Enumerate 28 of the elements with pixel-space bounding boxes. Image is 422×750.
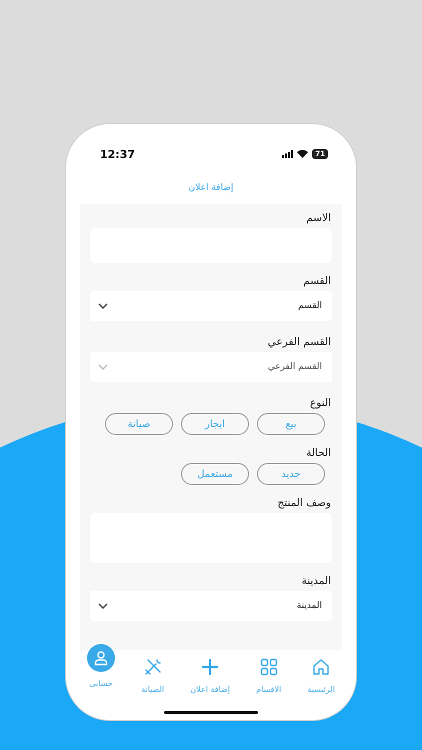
field-label: الاسم (306, 212, 331, 224)
dropdown[interactable]: القسم (90, 291, 332, 321)
nav-item[interactable]: إضافة اعلان (184, 650, 236, 720)
screen-title: إضافة اعلان (188, 183, 234, 193)
choice-chip[interactable]: ايجار (181, 413, 249, 435)
choice-chip[interactable]: بيع (257, 413, 325, 435)
dropdown[interactable]: المدينة (90, 591, 332, 621)
plus-icon (201, 658, 220, 676)
field-label: وصف المنتج (278, 497, 331, 509)
choice-chip[interactable]: مستعمل (181, 463, 249, 485)
nav-item[interactable]: حسابى (81, 636, 122, 720)
field-label: القسم (303, 275, 331, 287)
grid-icon (260, 658, 278, 676)
nav-item[interactable]: الاقسام (250, 650, 288, 720)
nav-item[interactable]: الصيانة (135, 650, 170, 720)
signal-icon (282, 150, 294, 158)
user-icon (93, 650, 110, 666)
field-label: القسم الفرعي (268, 336, 331, 348)
choice-chip[interactable]: صيانة (105, 413, 173, 435)
wifi-icon (297, 150, 308, 158)
status-time: 12:37 (100, 148, 136, 160)
tools-icon (144, 658, 162, 676)
choice-chip[interactable]: جديد (257, 463, 325, 485)
field-label: الحالة (306, 447, 331, 459)
nav-item[interactable]: الرئيسية (301, 650, 341, 720)
field-label: النوع (310, 397, 331, 409)
home-icon (312, 658, 330, 676)
field-label: المدينة (302, 575, 331, 587)
